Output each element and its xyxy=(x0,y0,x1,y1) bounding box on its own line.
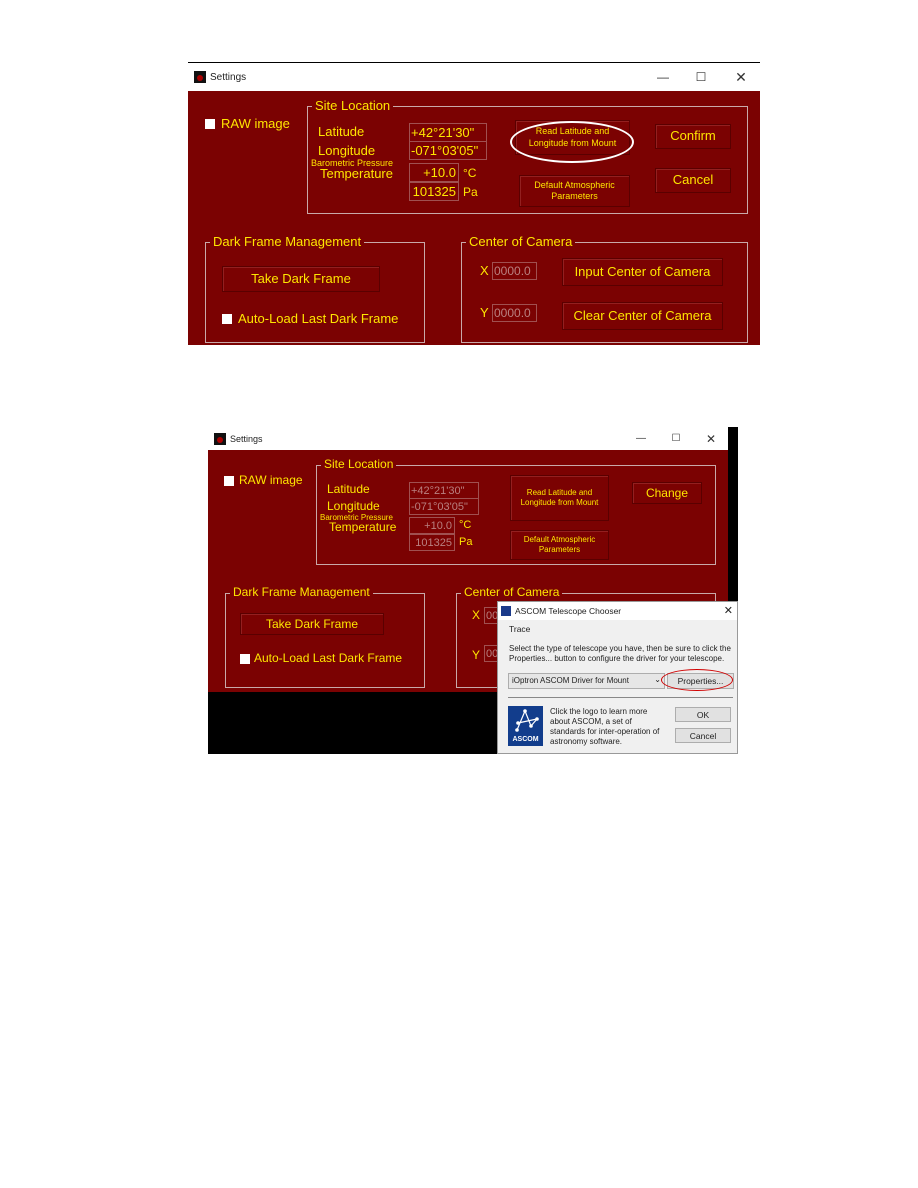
ascom-logo-text: ASCOM xyxy=(512,736,539,743)
window-title: Settings xyxy=(230,433,263,444)
auto-load-label: Auto-Load Last Dark Frame xyxy=(238,311,399,326)
properties-highlight xyxy=(661,669,733,691)
title-bar: Settings — ☐ ✕ xyxy=(208,427,728,450)
ascom-info: Click the logo to learn more about ASCOM… xyxy=(550,707,660,746)
auto-load-label: Auto-Load Last Dark Frame xyxy=(254,651,403,665)
take-dark-frame-button[interactable]: Take Dark Frame xyxy=(222,266,380,292)
clear-center-button[interactable]: Clear Center of Camera xyxy=(562,302,723,330)
close-icon[interactable]: ✕ xyxy=(701,432,721,446)
longitude-input[interactable]: -071°03'05" xyxy=(409,498,479,515)
site-location-title: Site Location xyxy=(312,98,394,113)
center-camera-title: Center of Camera xyxy=(466,234,576,249)
auto-load-checkbox[interactable] xyxy=(222,314,232,324)
temp-unit: °C xyxy=(459,519,472,531)
y-input[interactable]: 0000.0 xyxy=(492,304,537,322)
highlight-ellipse xyxy=(510,121,634,163)
close-icon[interactable]: ✕ xyxy=(731,69,751,86)
raw-image-checkbox[interactable] xyxy=(205,119,215,129)
driver-dropdown[interactable]: iOptron ASCOM Driver for Mount ⌄ xyxy=(508,673,665,689)
latitude-label: Latitude xyxy=(318,124,365,139)
confirm-button[interactable]: Confirm xyxy=(655,124,731,149)
ascom-chooser-dialog: ASCOM Telescope Chooser ✕ Trace Select t… xyxy=(497,601,738,754)
y-label: Y xyxy=(480,305,489,320)
settings-body: RAW image Site Location Latitude Longitu… xyxy=(188,91,760,345)
auto-load-checkbox[interactable] xyxy=(240,654,250,664)
minimize-icon[interactable]: — xyxy=(631,433,651,444)
raw-image-label: RAW image xyxy=(221,116,290,131)
temperature-label: Temperature xyxy=(320,166,393,181)
latitude-input[interactable]: +42°21'30" xyxy=(409,482,479,499)
window-title: Settings xyxy=(210,71,247,83)
y-label: Y xyxy=(472,648,481,662)
default-atmospheric-button[interactable]: Default Atmospheric Parameters xyxy=(510,530,609,560)
dark-frame-title: Dark Frame Management xyxy=(230,585,373,599)
longitude-input[interactable]: -071°03'05" xyxy=(409,141,487,160)
dark-frame-group: Dark Frame Management xyxy=(225,585,425,688)
input-center-button[interactable]: Input Center of Camera xyxy=(562,258,723,286)
pressure-input[interactable]: 101325 xyxy=(409,182,459,201)
temperature-label: Temperature xyxy=(329,520,397,534)
pressure-input[interactable]: 101325 xyxy=(409,534,455,551)
pressure-unit: Pa xyxy=(459,536,473,548)
separator xyxy=(508,697,733,698)
dialog-title: ASCOM Telescope Chooser xyxy=(515,606,622,616)
dialog-close-icon[interactable]: ✕ xyxy=(724,604,733,617)
instructions: Select the type of telescope you have, t… xyxy=(509,644,731,663)
ok-button[interactable]: OK xyxy=(675,707,731,722)
dark-frame-title: Dark Frame Management xyxy=(210,234,365,249)
raw-image-checkbox[interactable] xyxy=(224,476,234,486)
chevron-down-icon: ⌄ xyxy=(654,675,661,684)
x-input[interactable]: 0000.0 xyxy=(492,262,537,280)
longitude-label: Longitude xyxy=(327,499,380,513)
raw-image-label: RAW image xyxy=(239,473,303,487)
app-icon xyxy=(194,71,206,83)
latitude-input[interactable]: +42°21'30" xyxy=(409,123,487,142)
dialog-title-bar: ASCOM Telescope Chooser ✕ xyxy=(498,602,737,620)
maximize-icon[interactable]: ☐ xyxy=(666,433,686,444)
temperature-input[interactable]: +10.0 xyxy=(409,517,455,534)
cancel-button[interactable]: Cancel xyxy=(655,168,731,193)
pressure-unit: Pa xyxy=(463,185,478,199)
title-bar: Settings — ☐ ✕ xyxy=(188,62,760,91)
temperature-input[interactable]: +10.0 xyxy=(409,163,459,182)
black-area xyxy=(208,692,498,754)
take-dark-frame-button[interactable]: Take Dark Frame xyxy=(240,613,384,635)
ascom-small-icon xyxy=(501,606,511,616)
minimize-icon[interactable]: — xyxy=(653,70,673,84)
default-atmospheric-button[interactable]: Default Atmospheric Parameters xyxy=(519,175,630,207)
site-location-title: Site Location xyxy=(321,457,397,471)
dark-frame-group: Dark Frame Management xyxy=(205,234,425,343)
temp-unit: °C xyxy=(463,166,477,180)
x-label: X xyxy=(472,608,481,622)
trace-menu[interactable]: Trace xyxy=(509,624,530,634)
latitude-label: Latitude xyxy=(327,482,370,496)
dialog-cancel-button[interactable]: Cancel xyxy=(675,728,731,743)
ascom-logo[interactable]: ASCOM xyxy=(508,706,543,746)
maximize-icon[interactable]: ☐ xyxy=(691,70,711,84)
change-button[interactable]: Change xyxy=(632,482,702,504)
app-icon xyxy=(214,432,226,445)
longitude-label: Longitude xyxy=(318,143,376,158)
x-label: X xyxy=(480,263,489,278)
center-camera-title: Center of Camera xyxy=(461,585,563,599)
star-constellation-icon xyxy=(515,709,539,732)
driver-selected: iOptron ASCOM Driver for Mount xyxy=(512,676,629,685)
read-lat-long-button[interactable]: Read Latitude and Longitude from Mount xyxy=(510,475,609,521)
